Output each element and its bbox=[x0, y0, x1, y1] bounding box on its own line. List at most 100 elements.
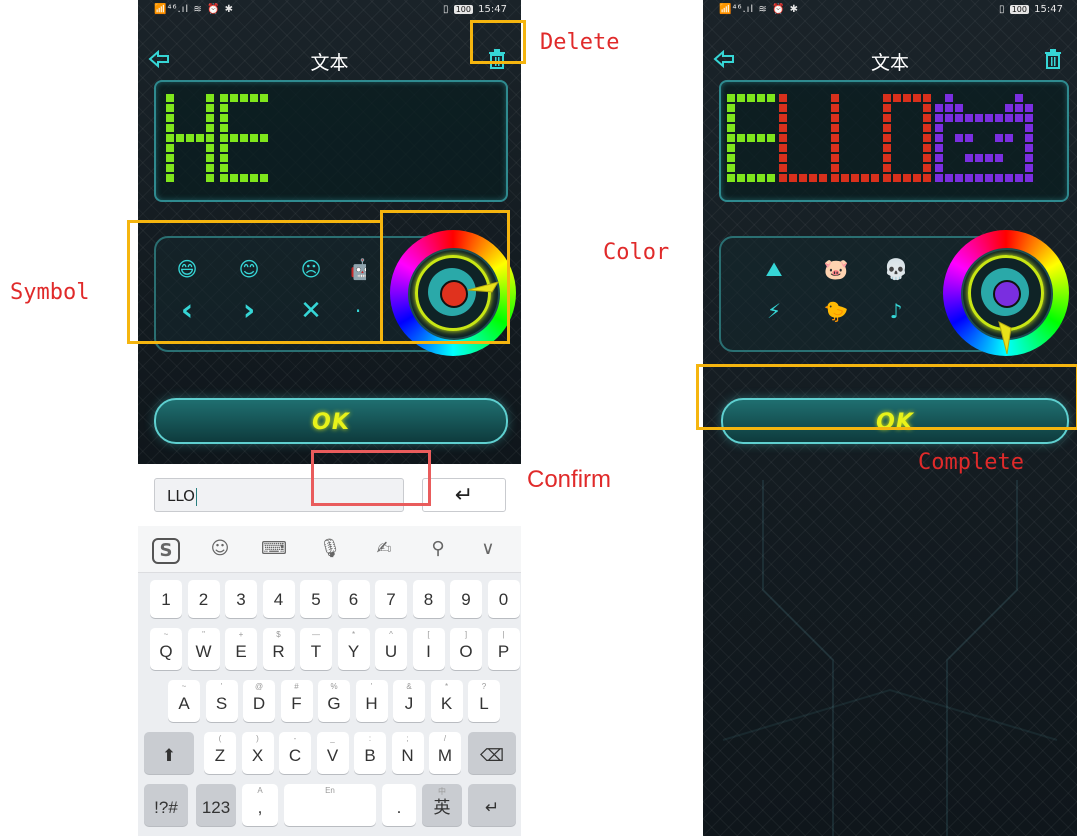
language-key[interactable]: 中英 bbox=[422, 784, 462, 826]
symbols-key[interactable]: !?# bbox=[144, 784, 188, 826]
led-pixel bbox=[727, 174, 735, 182]
led-pixel bbox=[779, 134, 787, 142]
led-pixel bbox=[935, 154, 943, 162]
key-label: S bbox=[215, 694, 228, 713]
key-o[interactable]: ] O bbox=[450, 628, 482, 670]
symbol-lightning[interactable]: ⚡ bbox=[759, 298, 789, 324]
microphone-icon[interactable]: 🎙 bbox=[314, 536, 346, 562]
led-pixel bbox=[831, 174, 839, 182]
shift-key[interactable]: ⬆ bbox=[144, 732, 194, 774]
key-2[interactable]: 2 bbox=[187, 580, 220, 618]
enter-button[interactable]: ↵ bbox=[422, 478, 506, 512]
led-pixel bbox=[1015, 174, 1023, 182]
led-pixel bbox=[883, 144, 891, 152]
comma-key[interactable]: A, bbox=[242, 784, 278, 826]
led-pixel bbox=[757, 174, 765, 182]
led-pixel bbox=[871, 174, 879, 182]
key-h[interactable]: ' H bbox=[355, 680, 388, 722]
key-label: 1 bbox=[161, 590, 171, 609]
key-m[interactable]: / M bbox=[429, 732, 461, 774]
symbol-duck[interactable]: 🐤 bbox=[821, 298, 851, 324]
led-pixel bbox=[206, 114, 214, 122]
color-pointer-icon-right[interactable] bbox=[997, 318, 1017, 354]
search-icon[interactable]: ⚲ bbox=[422, 536, 454, 562]
key-s[interactable]: ' S bbox=[205, 680, 238, 722]
key-sub-label: + bbox=[238, 630, 244, 639]
led-pixel bbox=[779, 114, 787, 122]
key-8[interactable]: 8 bbox=[412, 580, 445, 618]
key-i[interactable]: [I bbox=[412, 628, 445, 670]
led-pixel bbox=[250, 174, 258, 182]
key-r[interactable]: $ R bbox=[262, 628, 295, 670]
key-q[interactable]: ~ Q bbox=[150, 628, 182, 670]
key-v[interactable]: _ V bbox=[316, 732, 349, 774]
ok-label: OK bbox=[312, 410, 350, 435]
ok-button[interactable]: OK bbox=[154, 398, 508, 444]
key-z[interactable]: (Z bbox=[204, 732, 236, 774]
key-w[interactable]: " W bbox=[187, 628, 220, 670]
space-key[interactable]: En bbox=[284, 784, 376, 826]
key-7[interactable]: 7 bbox=[375, 580, 407, 618]
key-1[interactable]: 1 bbox=[150, 580, 182, 618]
led-pixel bbox=[1005, 174, 1013, 182]
number-key[interactable]: 123 bbox=[196, 784, 236, 826]
emoji-icon[interactable]: ☺ bbox=[204, 536, 236, 562]
key-sub-label: [ bbox=[427, 630, 430, 639]
symbol-pig[interactable]: 🐷 bbox=[821, 256, 851, 282]
key-label: C bbox=[288, 746, 302, 765]
key-f[interactable]: # F bbox=[280, 680, 313, 722]
key-label: I bbox=[426, 642, 431, 661]
key-l[interactable]: ? L bbox=[468, 680, 500, 722]
key-0[interactable]: 0 bbox=[487, 580, 520, 618]
led-pixel bbox=[727, 164, 735, 172]
key-label: !?# bbox=[154, 798, 178, 817]
symbol-music[interactable]: ♪ bbox=[881, 298, 911, 324]
key-n[interactable]: ; N bbox=[391, 732, 424, 774]
key-u[interactable]: ^ U bbox=[375, 628, 407, 670]
backspace-key[interactable]: ⌫ bbox=[468, 732, 516, 774]
handwriting-icon[interactable]: ✍ bbox=[368, 536, 400, 562]
key-label: H bbox=[365, 694, 378, 713]
key-p[interactable]: | P bbox=[487, 628, 520, 670]
symbol-mountain[interactable]: ⛰ bbox=[759, 256, 789, 282]
color-annotation: Color bbox=[603, 240, 670, 265]
return-key[interactable]: ↵ bbox=[468, 784, 516, 826]
collapse-chevron-icon[interactable]: ∨ bbox=[472, 536, 504, 562]
key-label: 2 bbox=[198, 590, 209, 609]
key-e[interactable]: + E bbox=[225, 628, 257, 670]
key-b[interactable]: :B bbox=[354, 732, 386, 774]
status-icons: 📶⁴⁶.ıl ≋ ⏰ ✱ bbox=[154, 4, 234, 15]
status-bar-right: 📶⁴⁶.ıl ≋ ⏰ ✱ ▯ 100 15:47 bbox=[703, 0, 1077, 22]
key-5[interactable]: 5 bbox=[300, 580, 332, 618]
key-6[interactable]: 6 bbox=[337, 580, 370, 618]
key-c[interactable]: -C bbox=[279, 732, 311, 774]
key-d[interactable]: @ D bbox=[243, 680, 275, 722]
led-pixel bbox=[923, 164, 931, 172]
led-pixel bbox=[831, 164, 839, 172]
key-3[interactable]: 3 bbox=[225, 580, 257, 618]
led-text-preview-right bbox=[727, 94, 1033, 182]
led-pixel bbox=[206, 174, 214, 182]
led-pixel bbox=[166, 164, 174, 172]
key-sub-label: & bbox=[406, 682, 412, 691]
key-k[interactable]: * K bbox=[430, 680, 463, 722]
delete-icon-right[interactable] bbox=[1043, 48, 1063, 70]
key-9[interactable]: 9 bbox=[450, 580, 482, 618]
key-j[interactable]: & J bbox=[393, 680, 425, 722]
key-y[interactable]: * Y bbox=[337, 628, 370, 670]
complete-highlight-box bbox=[696, 364, 1077, 430]
key-x[interactable]: ) X bbox=[241, 732, 274, 774]
led-pixel bbox=[903, 94, 911, 102]
key-a[interactable]: ~ A bbox=[168, 680, 200, 722]
key-g[interactable]: % G bbox=[318, 680, 350, 722]
period-key[interactable]: . bbox=[382, 784, 416, 826]
key-label: ↵ bbox=[484, 798, 500, 817]
sogou-logo-icon[interactable]: S bbox=[152, 538, 180, 564]
keyboard-icon[interactable]: ⌨ bbox=[258, 536, 290, 562]
symbol-skull[interactable]: 💀 bbox=[881, 256, 911, 282]
key-4[interactable]: 4 bbox=[262, 580, 295, 618]
key-t[interactable]: — T bbox=[300, 628, 332, 670]
led-pixel bbox=[1025, 174, 1033, 182]
led-pixel bbox=[965, 134, 973, 142]
led-pixel bbox=[727, 154, 735, 162]
